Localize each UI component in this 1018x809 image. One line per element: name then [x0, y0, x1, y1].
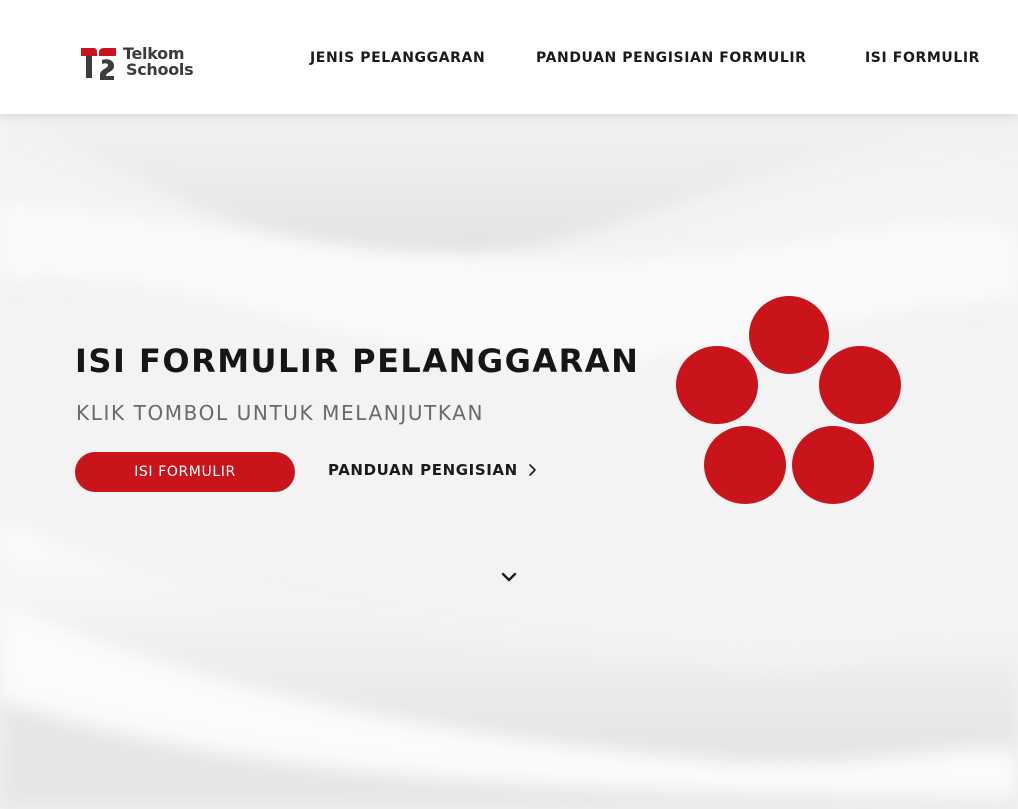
telkom-schools-logo[interactable]: Telkom Schools	[80, 46, 200, 82]
nav-link-isi-formulir[interactable]: ISI FORMULIR	[865, 50, 980, 66]
chevron-right-icon	[528, 464, 536, 476]
nav-link-jenis-pelanggaran[interactable]: JENIS PELANGGARAN	[310, 50, 485, 66]
logo-wordmark: Telkom Schools	[123, 46, 194, 79]
hero-title: ISI FORMULIR PELANGGARAN	[75, 342, 640, 380]
circle-bottom-right	[792, 426, 874, 504]
panduan-pengisian-link[interactable]: PANDUAN PENGISIAN	[328, 461, 538, 479]
logo-text-line2: Schools	[126, 60, 194, 79]
isi-formulir-button[interactable]: ISI FORMULIR	[75, 452, 295, 492]
chevron-down-icon[interactable]	[499, 568, 519, 588]
top-navbar: Telkom Schools JENIS PELANGGARAN PANDUAN…	[0, 0, 1018, 114]
circle-bottom-left	[704, 426, 786, 504]
panduan-pengisian-label: PANDUAN PENGISIAN	[328, 461, 518, 479]
circle-top	[749, 296, 829, 374]
five-circles-illustration	[676, 296, 901, 504]
hero-subtitle: KLIK TOMBOL UNTUK MELANJUTKAN	[76, 401, 485, 425]
circle-right	[819, 346, 901, 424]
logo-mark-icon	[81, 48, 116, 80]
circle-left	[676, 346, 758, 424]
isi-formulir-button-label: ISI FORMULIR	[134, 464, 236, 480]
landing-page: Telkom Schools JENIS PELANGGARAN PANDUAN…	[0, 0, 1018, 809]
nav-link-panduan-pengisian-formulir[interactable]: PANDUAN PENGISIAN FORMULIR	[536, 50, 807, 66]
